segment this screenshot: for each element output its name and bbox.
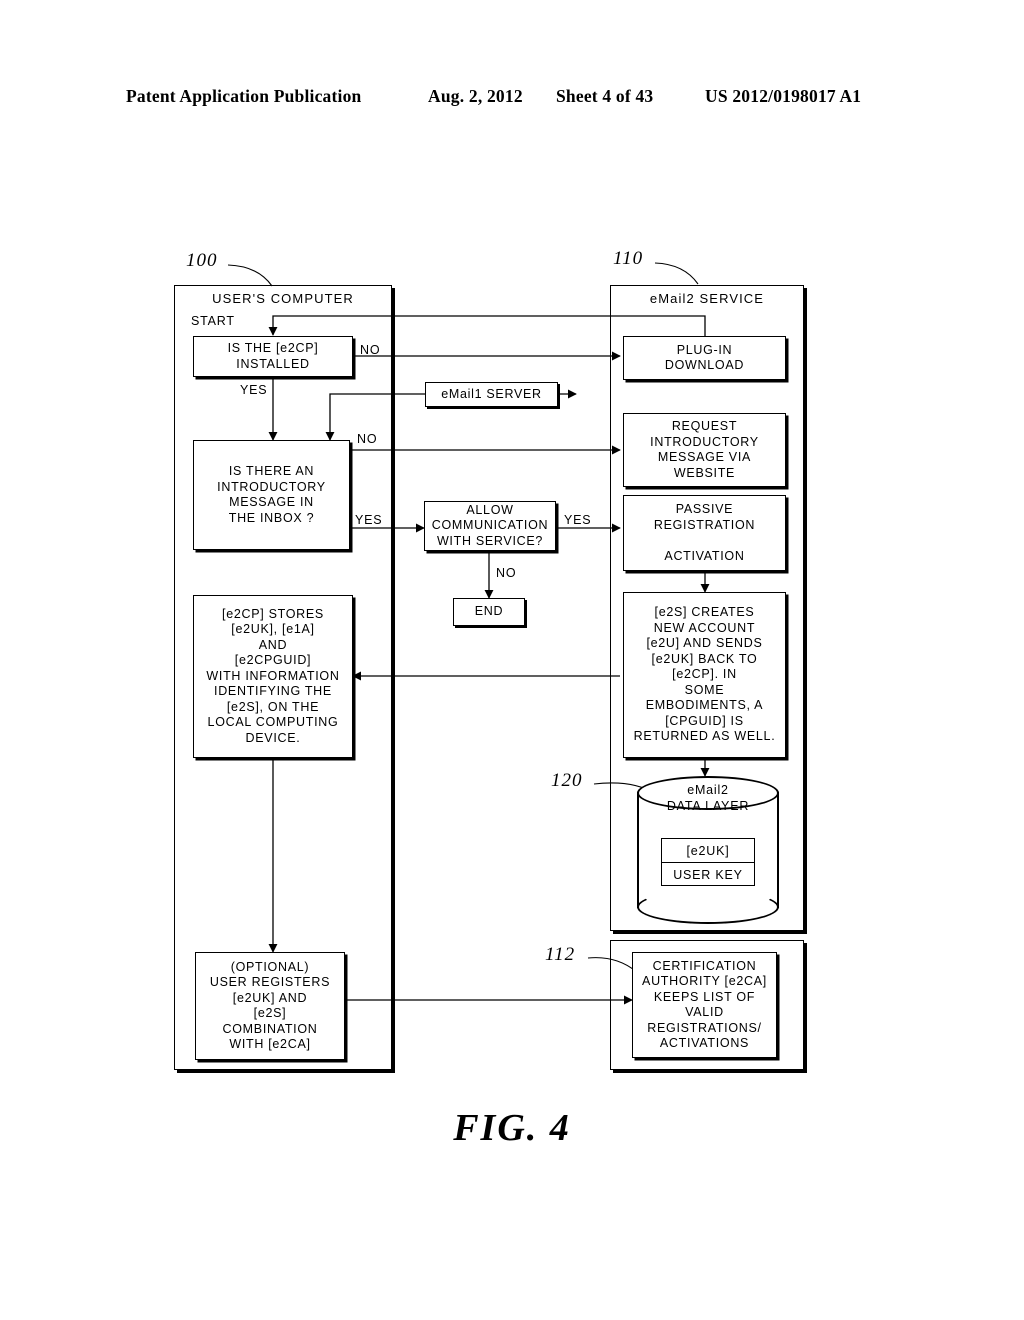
leader-110 <box>654 262 699 285</box>
node-optional-user-registers[interactable]: (OPTIONAL) USER REGISTERS [e2UK] AND [e2… <box>195 952 345 1060</box>
node-is-e2cp-installed[interactable]: IS THE [e2CP] INSTALLED <box>193 336 353 377</box>
figure-caption: FIG. 4 <box>453 1107 571 1149</box>
node-request-intro-message[interactable]: REQUEST INTRODUCTORY MESSAGE VIA WEBSITE <box>623 413 786 487</box>
node-plugin-download[interactable]: PLUG-IN DOWNLOAD <box>623 336 786 380</box>
node-is-intro-message[interactable]: IS THERE AN INTRODUCTORY MESSAGE IN THE … <box>193 440 350 550</box>
node-email1-server[interactable]: eMail1 SERVER <box>425 382 558 407</box>
user-key-id: [e2UK] <box>662 839 754 863</box>
ref-numeral-112: 112 <box>545 944 576 965</box>
edge-label-intro-yes: YES <box>355 513 383 527</box>
node-end[interactable]: END <box>453 598 525 626</box>
panel-email2-service-title: eMail2 SERVICE <box>649 291 765 306</box>
cylinder-bottom <box>637 890 779 924</box>
edge-label-installed-no: NO <box>360 343 381 357</box>
email2-data-layer-cylinder[interactable]: eMail2 DATA LAYER [e2UK] USER KEY <box>637 776 779 924</box>
node-passive-registration[interactable]: PASSIVE REGISTRATION ACTIVATION <box>623 495 786 571</box>
node-e2cp-stores[interactable]: [e2CP] STORES [e2UK], [e1A] AND [e2CPGUI… <box>193 595 353 758</box>
ref-numeral-100: 100 <box>186 250 218 271</box>
data-layer-title: eMail2 DATA LAYER <box>666 783 750 813</box>
node-certification-authority[interactable]: CERTIFICATION AUTHORITY [e2CA] KEEPS LIS… <box>632 952 777 1058</box>
node-allow-communication[interactable]: ALLOW COMMUNICATION WITH SERVICE? <box>424 501 556 551</box>
edge-label-installed-yes: YES <box>240 383 268 397</box>
user-key-record: [e2UK] USER KEY <box>661 838 755 886</box>
edge-label-allow-no: NO <box>496 566 517 580</box>
node-e2s-creates-account[interactable]: [e2S] CREATES NEW ACCOUNT [e2U] AND SEND… <box>623 592 786 758</box>
panel-users-computer-title: USER'S COMPUTER <box>212 291 354 306</box>
leader-100 <box>227 264 273 287</box>
ref-numeral-120: 120 <box>551 770 583 791</box>
ref-numeral-110: 110 <box>613 248 644 269</box>
edge-label-intro-no: NO <box>357 432 378 446</box>
start-label: START <box>191 314 235 328</box>
edge-label-allow-yes: YES <box>564 513 592 527</box>
user-key-label: USER KEY <box>673 867 743 882</box>
